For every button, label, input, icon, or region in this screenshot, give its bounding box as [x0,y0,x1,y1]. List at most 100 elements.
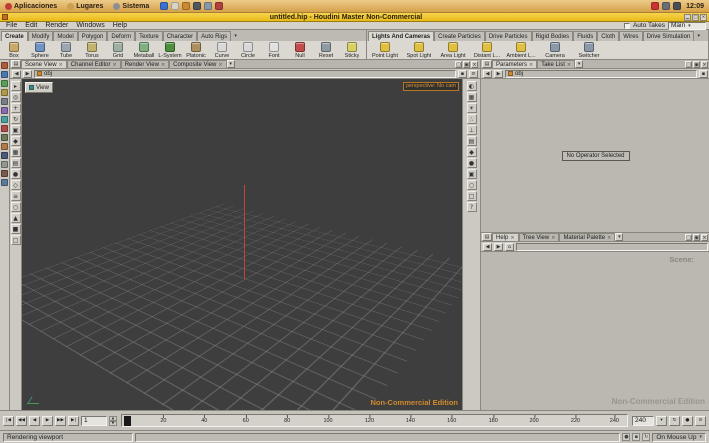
loop-mode-button[interactable]: ↻ [669,415,680,426]
jump-start-button[interactable]: |◀ [3,415,14,426]
shelf-tool[interactable]: Sphere [27,41,53,59]
desktop-menu[interactable]: Sistema [111,2,151,10]
tab-close-icon[interactable]: × [529,62,533,68]
pane-split-button[interactable]: ▣ [463,61,470,68]
pane-close-button[interactable]: × [701,234,708,241]
rotate-tool-icon[interactable]: ↻ [10,114,21,124]
pane-tab[interactable]: Channel Editor × [66,60,121,68]
construction-plane-icon[interactable]: ◇ [10,180,21,190]
pin-button[interactable]: ▪ [458,69,467,78]
shelf-tab[interactable]: Deform [107,31,136,41]
shelf-tab[interactable]: Model [53,31,78,41]
pane-tab[interactable]: Help × [492,233,519,241]
pane-tab[interactable]: Parameters × [492,60,538,68]
wireframe-toggle-icon[interactable]: ▦ [466,92,477,102]
shelf-tool[interactable]: Switcher [572,41,606,59]
side-tool-icon[interactable] [1,98,8,105]
update-tray-icon[interactable] [651,2,660,10]
desktop-menu[interactable]: Aplicaciones [3,2,59,10]
realtime-toggle-button[interactable]: ● [682,415,693,426]
pane-tab[interactable]: Render View × [120,60,170,68]
pane-menu-button[interactable]: ▤ [11,60,21,68]
points-display-icon[interactable]: ∴ [466,114,477,124]
pane-maximize-button[interactable]: □ [455,61,462,68]
shelf-tab[interactable]: Modify [27,31,54,41]
volume-tray-icon[interactable] [673,2,682,10]
side-tool-icon[interactable] [1,170,8,177]
grid-toggle-icon[interactable]: ▤ [466,136,477,146]
tab-list-button[interactable]: ▾ [226,60,235,68]
shelf-tool[interactable]: Grid [105,41,131,59]
shelf-tab-menu-button[interactable]: ▾ [231,31,240,41]
home-button[interactable]: ⌂ [505,242,514,251]
tab-list-button[interactable]: ▾ [615,233,624,241]
shelf-tool[interactable]: L-System [157,41,183,59]
shelf-tab[interactable]: Drive Simulation [642,31,695,41]
translate-tool-icon[interactable]: + [10,103,21,113]
shelf-tab[interactable]: Create Particles [434,31,485,41]
menu-item[interactable]: Edit [22,22,40,29]
shelf-tab[interactable]: Texture [135,31,163,41]
pane-split-button[interactable]: ▣ [693,234,700,241]
shelf-tool[interactable]: Reset [313,41,339,59]
camera-selector[interactable]: perspective: No cam [402,82,459,91]
anim-options-button[interactable]: ≡ [695,415,706,426]
pane-tab[interactable]: Tree View × [518,233,560,241]
window-titlebar[interactable]: untitled.hip - Houdini Master Non-Commer… [0,13,709,22]
shelf-tool[interactable]: Area Light [436,41,470,59]
mirror-tool-icon[interactable]: ≡ [10,191,21,201]
tab-close-icon[interactable]: × [112,62,116,68]
pane-menu-button[interactable]: ▤ [482,60,492,68]
pane-close-button[interactable]: × [701,61,708,68]
help-back-button[interactable]: ◀ [483,242,492,251]
jump-end-button[interactable]: ▶| [68,415,79,426]
view-mode-icon[interactable]: ◎ [10,92,21,102]
side-tool-icon[interactable] [1,134,8,141]
select-mode-icon[interactable]: ▸ [10,81,21,91]
tab-close-icon[interactable]: × [510,235,514,241]
shelf-tab[interactable]: Lights And Cameras [368,31,435,41]
shelf-tab-menu-button[interactable]: ▾ [694,31,703,41]
pane-maximize-button[interactable]: □ [685,234,692,241]
shelf-tool[interactable]: Spot Light [402,41,436,59]
shade-mode-icon[interactable]: ◐ [466,81,477,91]
network-path-field[interactable]: obj [34,69,456,78]
menu-item[interactable]: Render [42,22,71,29]
desktop-selector[interactable]: Main ▾ [668,21,706,30]
shelf-tool[interactable]: Font [261,41,287,59]
path-forward-button[interactable]: ▶ [23,69,32,78]
pane-maximize-button[interactable]: □ [685,61,692,68]
tab-close-icon[interactable]: × [218,62,222,68]
play-button[interactable]: ▶ [42,415,53,426]
tab-list-button[interactable]: ▾ [575,60,584,68]
shelf-tool[interactable]: Tube [53,41,79,59]
render-region-icon[interactable]: ▲ [10,213,21,223]
clock[interactable]: 12:09 [684,3,706,10]
shelf-tab[interactable]: Rigid Bodies [531,31,574,41]
display-help-icon[interactable]: ? [466,202,477,212]
flipbook-icon[interactable]: ■ [10,224,21,234]
detail-tool-icon[interactable]: ▦ [10,147,21,157]
terminal-launcher-icon[interactable] [193,2,202,10]
auto-takes-checkbox[interactable] [623,22,630,29]
maximize-button[interactable]: □ [692,13,699,21]
timeline-ruler[interactable]: 20 40 60 80 100 120 140 160 180 200 220 … [121,414,628,427]
side-tool-icon[interactable] [1,125,8,132]
mail-launcher-icon[interactable] [171,2,180,10]
side-tool-icon[interactable] [1,179,8,186]
fullscreen-toggle-icon[interactable]: □ [466,191,477,201]
side-tool-icon[interactable] [1,152,8,159]
editor-launcher-icon[interactable] [204,2,213,10]
shelf-tool[interactable]: Box [1,41,27,59]
pane-close-button[interactable]: × [471,61,478,68]
side-tool-icon[interactable] [1,62,8,69]
shelf-tool[interactable]: Distant L... [470,41,504,59]
side-tool-icon[interactable] [1,71,8,78]
toolbar-menu-button[interactable]: ≡ [469,69,478,78]
pane-split-button[interactable]: ▣ [693,61,700,68]
normals-display-icon[interactable]: ⊥ [466,125,477,135]
pose-tool-icon[interactable]: ◆ [10,136,21,146]
operator-path-field[interactable]: obj [505,69,697,78]
snap-grid-icon[interactable]: ▤ [10,158,21,168]
pane-menu-button[interactable]: ▤ [482,233,492,241]
